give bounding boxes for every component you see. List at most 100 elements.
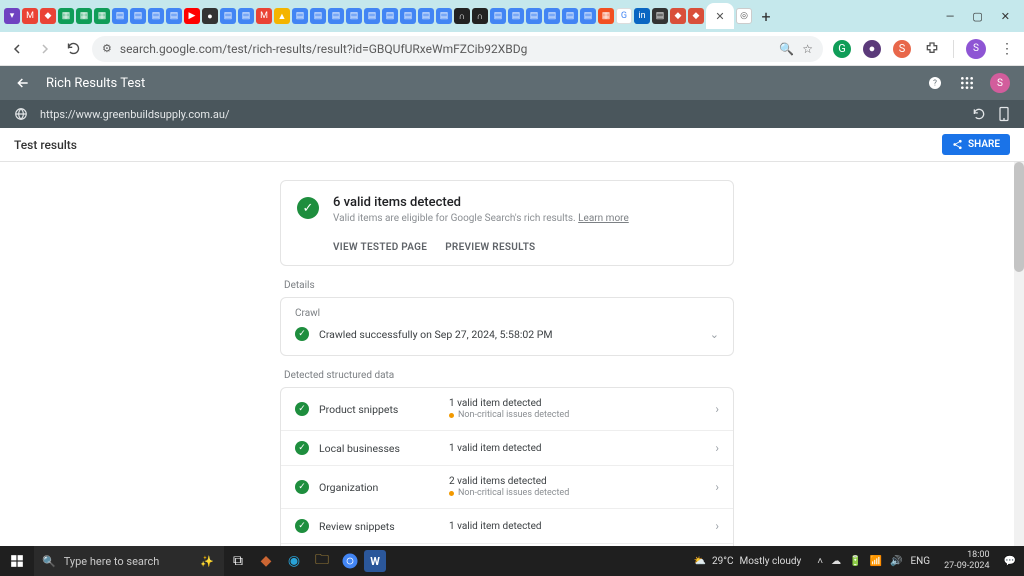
file-explorer-icon[interactable]: 🗀 bbox=[308, 546, 336, 576]
apps-grid-icon[interactable] bbox=[958, 74, 976, 92]
forward-button[interactable] bbox=[36, 40, 54, 58]
device-icon[interactable] bbox=[998, 106, 1010, 122]
tab-favicon[interactable]: M bbox=[256, 8, 272, 24]
taskbar-app-icon[interactable]: ◆ bbox=[252, 546, 280, 576]
tray-battery-icon[interactable]: 🔋 bbox=[849, 556, 861, 567]
checkmark-icon: ✓ bbox=[295, 480, 309, 494]
tab-favicon[interactable]: ◆ bbox=[40, 8, 56, 24]
tab-favicon[interactable]: ▤ bbox=[346, 8, 362, 24]
tab-favicon[interactable]: ▤ bbox=[544, 8, 560, 24]
chevron-right-icon[interactable]: › bbox=[715, 402, 719, 416]
profile-avatar[interactable]: S bbox=[966, 39, 986, 59]
tab-favicon[interactable]: ◎ bbox=[736, 8, 752, 24]
site-settings-icon[interactable]: ⚙ bbox=[102, 42, 112, 55]
tab-favicon[interactable]: ◆ bbox=[670, 8, 686, 24]
tab-favicon[interactable]: ▤ bbox=[382, 8, 398, 24]
tab-favicon[interactable]: ▤ bbox=[292, 8, 308, 24]
extension-icon[interactable]: S bbox=[893, 40, 911, 58]
structured-data-label: Detected structured data bbox=[284, 370, 734, 381]
taskbar-search[interactable]: 🔍 Type here to search ✨ bbox=[34, 546, 224, 576]
chrome-icon[interactable] bbox=[336, 546, 364, 576]
taskbar-app-icon[interactable]: ◉ bbox=[280, 546, 308, 576]
tab-favicon[interactable]: ▤ bbox=[400, 8, 416, 24]
address-bar[interactable]: ⚙ search.google.com/test/rich-results/re… bbox=[92, 36, 823, 62]
retest-icon[interactable] bbox=[972, 107, 986, 121]
task-view-icon[interactable]: ⧉ bbox=[224, 546, 252, 576]
tab-favicon[interactable]: ▤ bbox=[508, 8, 524, 24]
taskbar-weather[interactable]: ⛅ 29°C Mostly cloudy bbox=[694, 556, 810, 567]
taskbar-clock[interactable]: 18:00 27-09-2024 bbox=[938, 550, 995, 572]
tray-volume-icon[interactable]: 🔊 bbox=[890, 556, 902, 567]
browser-menu-icon[interactable]: ⋮ bbox=[998, 40, 1016, 58]
tab-favicon[interactable]: ▲ bbox=[274, 8, 290, 24]
back-button[interactable] bbox=[8, 40, 26, 58]
tab-favicon[interactable]: ▶ bbox=[184, 8, 200, 24]
extension-icon[interactable]: ● bbox=[863, 40, 881, 58]
window-minimize-button[interactable]: — bbox=[946, 10, 955, 23]
preview-results-button[interactable]: PREVIEW RESULTS bbox=[445, 242, 535, 253]
structured-data-row[interactable]: ✓ Review snippets 1 valid item detected … bbox=[281, 508, 733, 543]
tab-favicon[interactable]: ▦ bbox=[598, 8, 614, 24]
back-icon[interactable] bbox=[14, 74, 32, 92]
bookmark-icon[interactable]: ☆ bbox=[802, 42, 813, 56]
tab-favicon[interactable]: ▤ bbox=[166, 8, 182, 24]
tray-lang[interactable]: ENG bbox=[910, 556, 930, 567]
tab-favicon[interactable]: ∩ bbox=[454, 8, 470, 24]
copilot-icon[interactable]: ✨ bbox=[200, 555, 214, 568]
tab-favicon[interactable]: ▤ bbox=[112, 8, 128, 24]
tab-favicon[interactable]: ▤ bbox=[364, 8, 380, 24]
reload-button[interactable] bbox=[64, 40, 82, 58]
tab-favicon[interactable]: in bbox=[634, 8, 650, 24]
structured-data-row[interactable]: ✓ Local businesses 1 valid item detected… bbox=[281, 430, 733, 465]
learn-more-link[interactable]: Learn more bbox=[578, 213, 629, 224]
tab-favicon[interactable]: ▦ bbox=[58, 8, 74, 24]
word-icon[interactable]: W bbox=[364, 550, 386, 572]
tab-favicon[interactable]: ▦ bbox=[76, 8, 92, 24]
tab-favicon[interactable]: G bbox=[616, 8, 632, 24]
tab-favicon[interactable]: ▤ bbox=[652, 8, 668, 24]
chevron-right-icon[interactable]: › bbox=[715, 519, 719, 533]
lens-icon[interactable]: 🔍 bbox=[779, 42, 794, 56]
tab-favicon[interactable]: ▤ bbox=[148, 8, 164, 24]
structured-data-row[interactable]: ✓ Organization 2 valid items detected No… bbox=[281, 465, 733, 508]
tray-onedrive-icon[interactable]: ☁ bbox=[831, 556, 841, 567]
tab-active[interactable]: ✕ bbox=[706, 3, 734, 29]
close-icon[interactable]: ✕ bbox=[715, 10, 724, 23]
chevron-down-icon[interactable]: ⌄ bbox=[710, 328, 719, 341]
tab-favicon[interactable]: ◆ bbox=[688, 8, 704, 24]
tab-favicon[interactable]: ▦ bbox=[94, 8, 110, 24]
view-tested-page-button[interactable]: VIEW TESTED PAGE bbox=[333, 242, 427, 253]
share-button[interactable]: SHARE bbox=[942, 134, 1010, 155]
tab-favicon[interactable]: ▤ bbox=[328, 8, 344, 24]
tab-favicon[interactable]: ▤ bbox=[310, 8, 326, 24]
tab-favicon[interactable]: ▾ bbox=[4, 8, 20, 24]
tab-favicon[interactable]: M bbox=[22, 8, 38, 24]
scrollbar-thumb[interactable] bbox=[1014, 162, 1024, 272]
start-button[interactable] bbox=[0, 546, 34, 576]
tab-favicon[interactable]: ∩ bbox=[472, 8, 488, 24]
window-maximize-button[interactable]: ▢ bbox=[972, 10, 982, 23]
tab-favicon[interactable]: ▤ bbox=[562, 8, 578, 24]
new-tab-button[interactable]: + bbox=[754, 4, 778, 28]
tab-favicon[interactable]: ▤ bbox=[238, 8, 254, 24]
tab-favicon[interactable]: ▤ bbox=[130, 8, 146, 24]
chevron-right-icon[interactable]: › bbox=[715, 441, 719, 455]
window-close-button[interactable]: ✕ bbox=[1001, 10, 1010, 23]
chevron-right-icon[interactable]: › bbox=[715, 480, 719, 494]
notifications-icon[interactable]: 💬 bbox=[1004, 556, 1016, 567]
help-icon[interactable]: ? bbox=[926, 74, 944, 92]
tray-wifi-icon[interactable]: 📶 bbox=[870, 556, 882, 567]
tab-favicon[interactable]: ● bbox=[202, 8, 218, 24]
structured-data-row[interactable]: ✓ Product snippets 1 valid item detected… bbox=[281, 388, 733, 430]
tab-favicon[interactable]: ▤ bbox=[220, 8, 236, 24]
account-avatar[interactable]: S bbox=[990, 73, 1010, 93]
crawl-card[interactable]: Crawl ✓ Crawled successfully on Sep 27, … bbox=[280, 297, 734, 356]
tab-favicon[interactable]: ▤ bbox=[580, 8, 596, 24]
tab-favicon[interactable]: ▤ bbox=[418, 8, 434, 24]
tray-chevron-icon[interactable]: ˄ bbox=[817, 556, 823, 567]
tab-favicon[interactable]: ▤ bbox=[436, 8, 452, 24]
tab-favicon[interactable]: ▤ bbox=[526, 8, 542, 24]
extension-icon[interactable]: G bbox=[833, 40, 851, 58]
tab-favicon[interactable]: ▤ bbox=[490, 8, 506, 24]
extensions-menu-icon[interactable] bbox=[923, 40, 941, 58]
